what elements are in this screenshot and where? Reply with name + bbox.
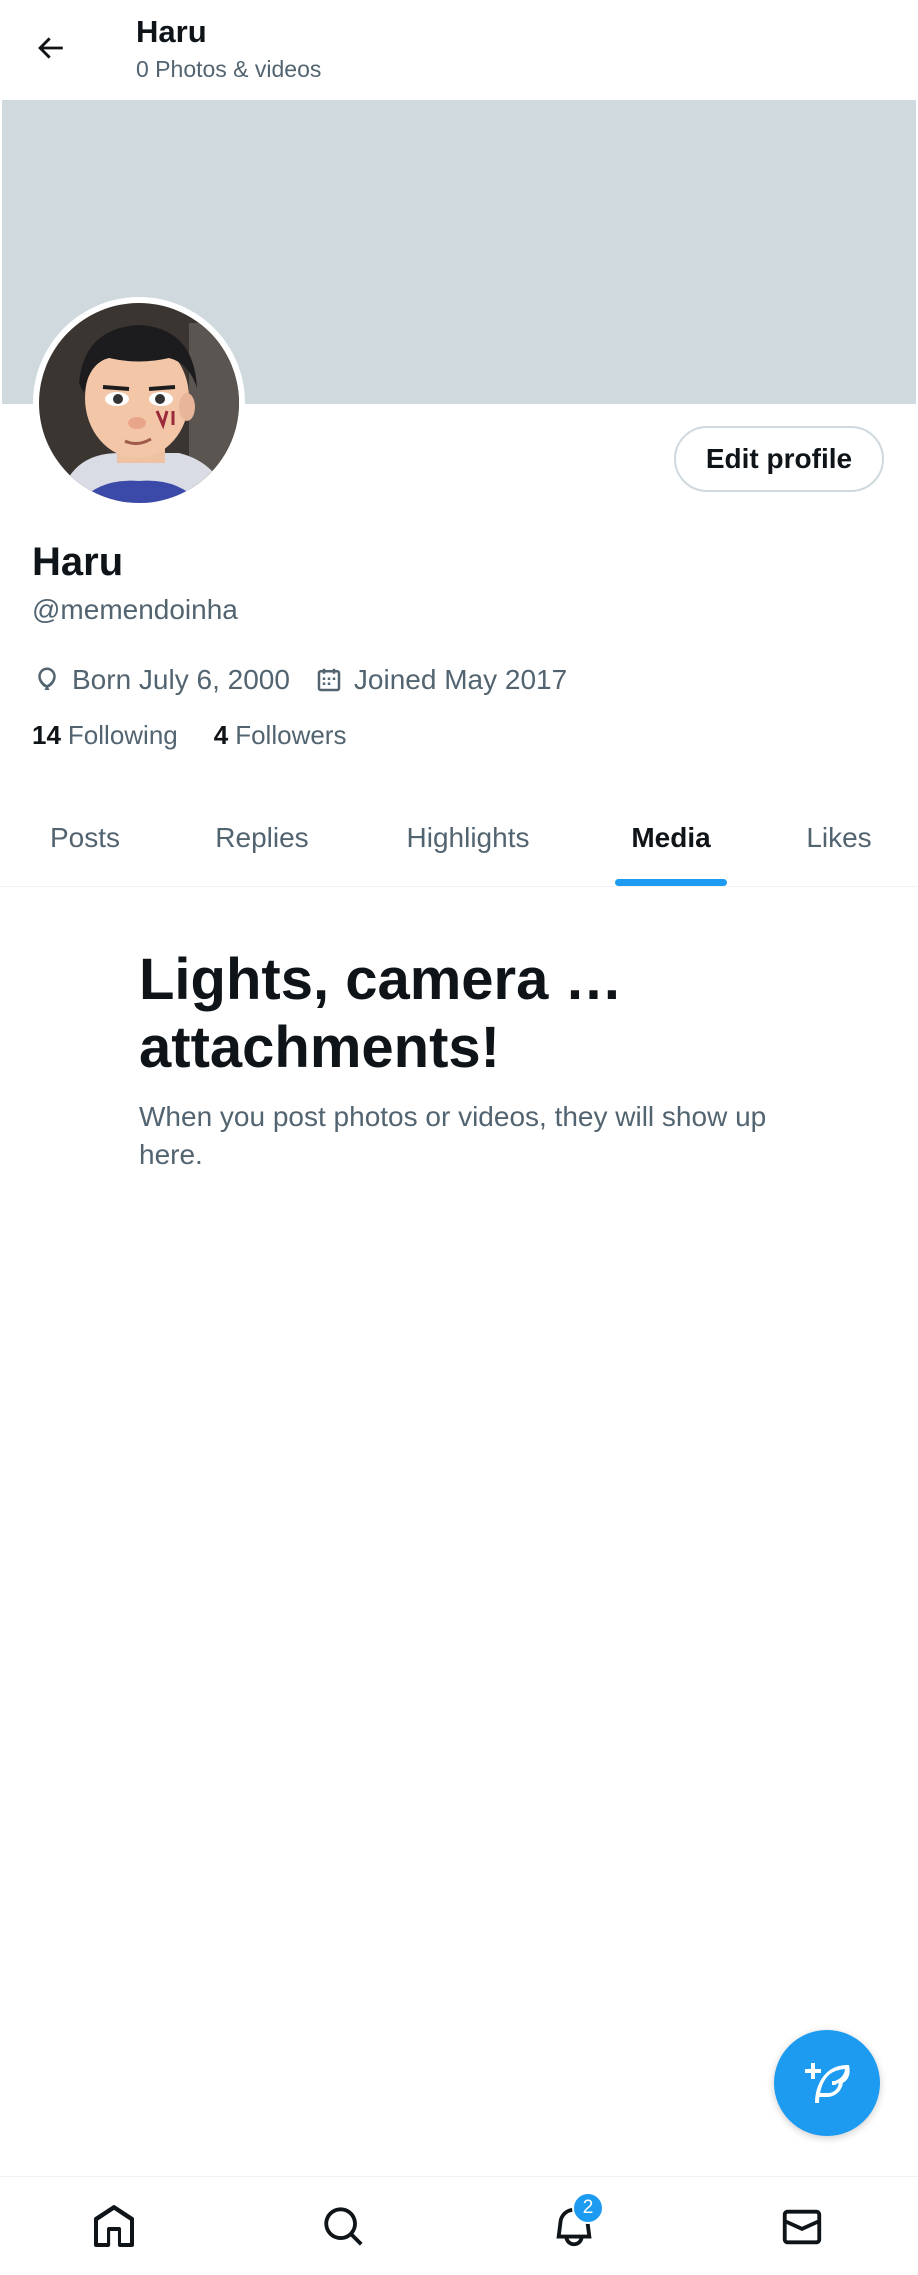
birth-info: Born July 6, 2000 [32, 664, 290, 696]
bottom-nav [0, 2176, 918, 2275]
birth-text: Born July 6, 2000 [72, 664, 290, 695]
tab-highlights-label: Highlights [406, 822, 530, 853]
balloon-icon [38, 667, 56, 690]
header-title: Haru [136, 14, 207, 49]
joined-text: Joined May 2017 [353, 664, 568, 695]
tab-media-label: Media [631, 822, 711, 853]
compose-feather-icon [805, 2063, 850, 2103]
search-icon [324, 2207, 363, 2246]
joined-info: Joined May 2017 [314, 664, 567, 696]
edit-profile-button[interactable]: Edit profile [674, 426, 884, 492]
following-count: 14 [32, 720, 61, 750]
notification-badge: 2 [572, 2192, 604, 2224]
tab-posts[interactable]: Posts [0, 790, 170, 886]
back-arrow-icon [38, 37, 63, 59]
empty-state-subtitle: When you post photos or videos, they wil… [139, 1101, 767, 1170]
tab-replies-label: Replies [215, 822, 309, 853]
tab-highlights[interactable]: Highlights [354, 790, 582, 886]
profile-handle: @memendoinha [32, 594, 238, 625]
tab-replies[interactable]: Replies [170, 790, 354, 886]
followers-label: Followers [235, 720, 347, 750]
profile-tabs: Posts Replies Highlights Media Likes [0, 790, 918, 887]
tab-likes-label: Likes [806, 822, 872, 853]
avatar[interactable] [39, 303, 239, 503]
calendar-icon [317, 668, 341, 692]
follow-stats: 14 Following 4 Followers [32, 720, 382, 751]
following-link[interactable]: 14 Following [32, 720, 178, 751]
profile-name: Haru [32, 540, 124, 584]
mail-icon [782, 2209, 822, 2245]
profile-meta: Born July 6, 2000 Joined May 2017 [32, 660, 591, 700]
tab-likes[interactable]: Likes [760, 790, 918, 886]
back-button[interactable] [24, 22, 76, 74]
tab-posts-label: Posts [49, 822, 121, 853]
compose-post-button[interactable] [774, 2030, 880, 2136]
header-subtitle: 0 Photos & videos [136, 56, 322, 82]
nav-messages[interactable] [772, 2197, 832, 2257]
followers-count: 4 [213, 720, 229, 750]
following-label: Following [67, 720, 178, 750]
empty-state-title: Lights, camera … attachments! [139, 947, 623, 1080]
home-icon [94, 2204, 134, 2247]
avatar-illustration [39, 303, 239, 503]
nav-home[interactable] [84, 2197, 144, 2257]
followers-link[interactable]: 4 Followers [214, 720, 347, 751]
tab-media[interactable]: Media [582, 790, 760, 886]
nav-search[interactable] [314, 2197, 374, 2257]
active-tab-indicator [615, 879, 727, 886]
top-bar: Haru 0 Photos & videos [0, 0, 918, 100]
